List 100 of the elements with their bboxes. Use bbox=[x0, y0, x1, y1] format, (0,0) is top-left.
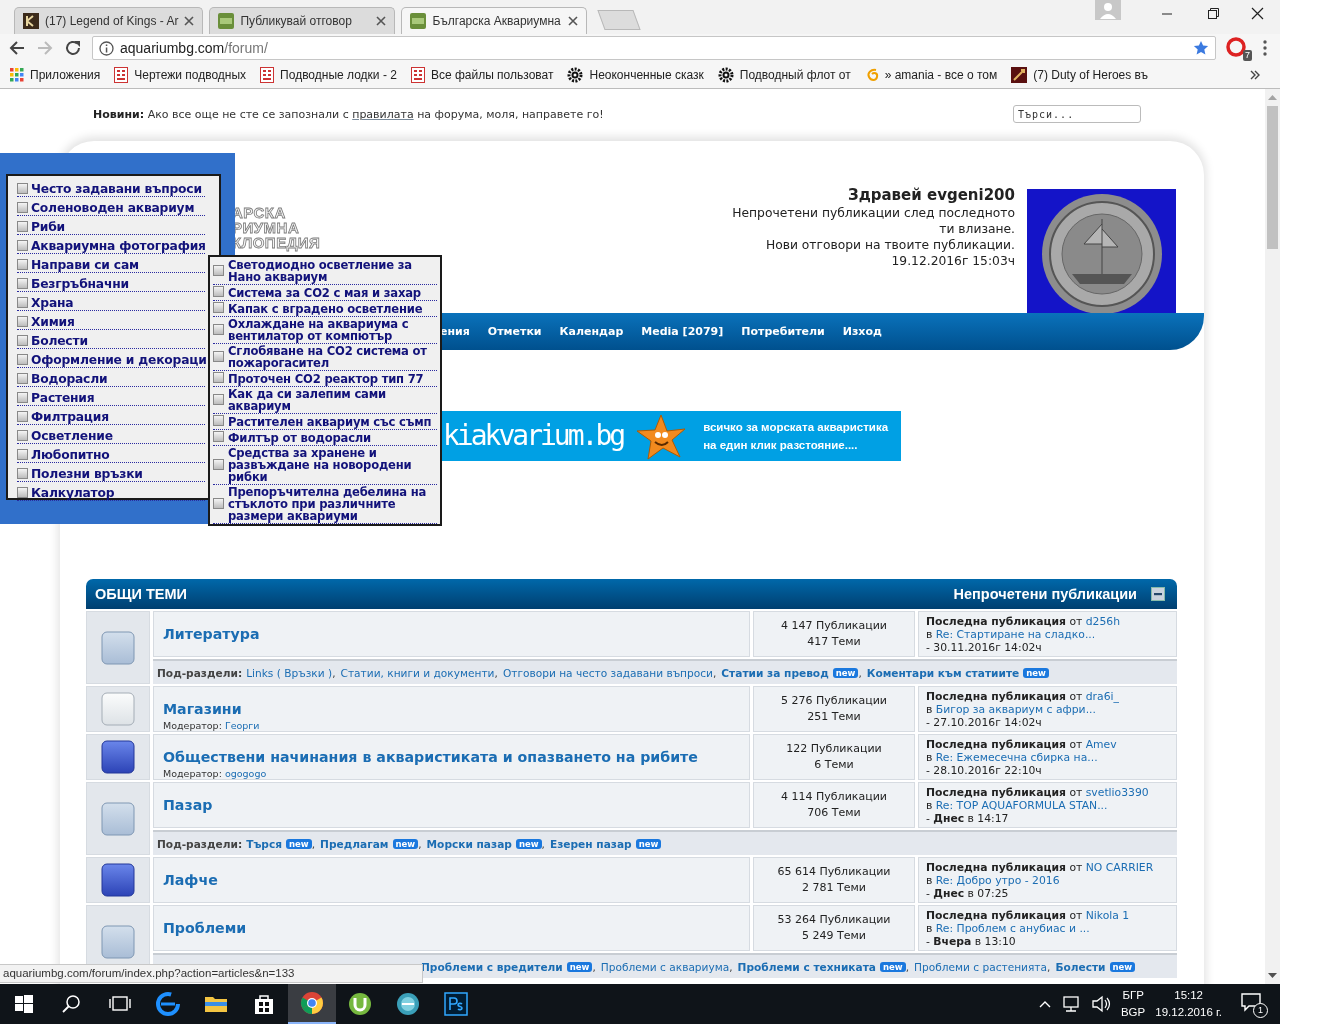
submenu-item[interactable]: Система за CO2 с мая и захар bbox=[213, 285, 437, 301]
menu-item[interactable]: Химия bbox=[17, 311, 205, 330]
subforum-link[interactable]: Проблеми с вредители bbox=[421, 960, 563, 973]
nav-link[interactable]: ения bbox=[440, 325, 470, 338]
start-icon[interactable] bbox=[15, 995, 33, 1013]
rules-link[interactable]: правилата bbox=[352, 107, 414, 121]
nav-link[interactable]: Календар bbox=[559, 325, 624, 338]
menu-item[interactable]: Направи си сам bbox=[17, 254, 205, 273]
bookmark-link[interactable]: » amania - все о том bbox=[864, 67, 1006, 83]
topic-link[interactable]: Re: Добро утро - 2016 bbox=[935, 874, 1060, 887]
round-logo-icon[interactable] bbox=[348, 992, 372, 1016]
topic-link[interactable]: Re: Стартиране на сладко... bbox=[935, 628, 1096, 641]
subforum-link[interactable]: Болести bbox=[1055, 960, 1106, 973]
close-icon[interactable] bbox=[184, 16, 195, 26]
menu-item[interactable]: Соленоводен аквариум bbox=[17, 197, 205, 216]
nav-link[interactable]: Потребители bbox=[741, 325, 825, 338]
topic-link[interactable]: Re: TOP AQUAFORMULA STAN... bbox=[935, 799, 1108, 812]
bookmark-link[interactable]: Приложения bbox=[10, 68, 109, 82]
collapse-icon[interactable] bbox=[1151, 587, 1165, 601]
submenu-item[interactable]: Светодиодно осветление за Нано аквариум bbox=[213, 258, 437, 285]
author-link[interactable]: Nikola 1 bbox=[1085, 909, 1130, 922]
subforum-link[interactable]: Търся bbox=[246, 837, 282, 850]
bookmark-link[interactable]: (7) Duty of Heroes въ bbox=[1011, 67, 1157, 83]
menu-item[interactable]: Любопитно bbox=[17, 444, 205, 463]
reload-icon[interactable] bbox=[64, 39, 82, 57]
nav-link[interactable]: Изход bbox=[842, 325, 882, 338]
search-field[interactable]: Търси... bbox=[1013, 105, 1141, 123]
forum-title-link[interactable]: Магазини bbox=[163, 701, 242, 717]
browser-tab[interactable]: Българска Аквариумна bbox=[401, 7, 588, 34]
forum-title-link[interactable]: Пазар bbox=[163, 797, 213, 813]
author-link[interactable]: dra6i_ bbox=[1085, 690, 1119, 703]
subforum-link[interactable]: Морски пазар bbox=[426, 837, 512, 850]
browser-icon[interactable] bbox=[156, 992, 180, 1016]
author-link[interactable]: NO CARRIER bbox=[1085, 861, 1154, 874]
subforum-link[interactable]: Статии, книги и документи bbox=[340, 666, 495, 679]
nav-link[interactable]: Media [2079] bbox=[641, 325, 724, 338]
browser-tab[interactable]: Публикувай отговор bbox=[209, 7, 396, 34]
author-link[interactable]: svetlio3390 bbox=[1085, 786, 1149, 799]
forum-title-link[interactable]: Проблеми bbox=[163, 920, 247, 936]
bookmark-link[interactable]: Неоконченные сказк bbox=[567, 67, 712, 83]
menu-item[interactable]: Аквариумна фотография bbox=[17, 235, 205, 254]
shopping-bag-icon[interactable] bbox=[252, 992, 276, 1016]
submenu-item[interactable]: Средства за хранене и развъждане на новородени рибки bbox=[213, 446, 437, 485]
taskbar-button[interactable] bbox=[288, 984, 336, 1024]
menu-item[interactable]: Оформление и декораци bbox=[17, 349, 205, 368]
clock[interactable]: 15:12 19.12.2016 г. bbox=[1155, 987, 1222, 1021]
submenu-item[interactable]: Препоръчителна дебелина на стъклото при различните размери аквариуми bbox=[213, 485, 437, 524]
subforum-link[interactable]: Статии за превод bbox=[721, 666, 829, 679]
moderator-link[interactable]: Георги bbox=[224, 720, 260, 731]
bookmark-link[interactable]: Чертежи подводных bbox=[114, 67, 255, 83]
profile-link[interactable]: Непрочетени публикации след последното ти влизане. bbox=[715, 205, 1015, 237]
round-logo-icon[interactable] bbox=[300, 991, 324, 1015]
topic-link[interactable]: Бигор за аквариум с афри... bbox=[935, 703, 1096, 716]
subforum-link[interactable]: Проблеми с растенията bbox=[914, 960, 1047, 973]
close-icon[interactable] bbox=[568, 16, 579, 26]
submenu-item[interactable]: Охлаждане на аквариума с вентилатор от компютър bbox=[213, 317, 437, 344]
menu-item[interactable]: Храна bbox=[17, 292, 205, 311]
bookmark-star-icon[interactable] bbox=[1193, 40, 1209, 56]
topic-link[interactable]: Re: Проблем с анубиас и ... bbox=[935, 922, 1090, 935]
menu-item[interactable]: Водорасли bbox=[17, 368, 205, 387]
chevron-icon[interactable] bbox=[1250, 70, 1260, 80]
submenu-item[interactable]: Проточен CO2 реактор тип 77 bbox=[213, 371, 437, 387]
submenu-item[interactable]: Растителен аквариум със съмп bbox=[213, 414, 437, 430]
bookmark-link[interactable]: Подводные лодки - 2 bbox=[260, 67, 405, 83]
forum-title-link[interactable]: Литература bbox=[163, 626, 260, 642]
scroll-down-icon[interactable] bbox=[1268, 973, 1277, 979]
unread-posts-link[interactable]: Непрочетени публикации bbox=[953, 586, 1137, 602]
subforum-link[interactable]: Links ( Връзки ) bbox=[246, 666, 333, 679]
language-indicator[interactable]: БГР BGP bbox=[1120, 987, 1146, 1021]
scrollbar-thumb[interactable] bbox=[1267, 106, 1278, 249]
submenu-item[interactable]: Как да си залепим сами аквариум bbox=[213, 387, 437, 414]
menu-item[interactable]: Калкулатор bbox=[17, 482, 205, 501]
submenu-item[interactable]: Филтър от водорасли bbox=[213, 430, 437, 446]
square-logo-icon[interactable] bbox=[444, 992, 468, 1016]
submenu-item[interactable]: Капак с вградено осветление bbox=[213, 301, 437, 317]
back-icon[interactable] bbox=[8, 39, 26, 57]
scrollbar[interactable] bbox=[1265, 89, 1280, 984]
subforum-link[interactable]: Проблеми с техниката bbox=[737, 960, 876, 973]
close-icon[interactable] bbox=[376, 16, 387, 26]
author-link[interactable]: d256h bbox=[1085, 615, 1121, 628]
forum-title-link[interactable]: Обществени начинания в акваристиката и опазването на рибите bbox=[163, 749, 698, 765]
menu-item[interactable]: Безгръбначни bbox=[17, 273, 205, 292]
menu-item[interactable]: Болести bbox=[17, 330, 205, 349]
subforum-link[interactable]: Коментари към статиите bbox=[866, 666, 1020, 679]
speaker-icon[interactable] bbox=[1090, 995, 1111, 1013]
menu-item[interactable]: Полезни връзки bbox=[17, 463, 205, 482]
topic-link[interactable]: Re: Ежемесечна сбирка на... bbox=[935, 751, 1098, 764]
author-link[interactable]: Amev bbox=[1085, 738, 1117, 751]
bookmark-link[interactable]: Все файлы пользоват bbox=[410, 67, 562, 83]
subforum-link[interactable]: Предлагам bbox=[320, 837, 389, 850]
menu-item[interactable]: Риби bbox=[17, 216, 205, 235]
chevron-up-icon[interactable] bbox=[1038, 999, 1051, 1009]
menu-item[interactable]: Често задавани въпроси bbox=[17, 178, 205, 197]
address-field[interactable]: aquariumbg.com/forum/ bbox=[92, 36, 1216, 60]
submenu-item[interactable]: Сглобяване на CO2 система от пожарогасител bbox=[213, 344, 437, 371]
moderator-link[interactable]: ogogogo bbox=[224, 768, 267, 779]
subforum-link[interactable]: Езерен пазар bbox=[549, 837, 632, 850]
forum-title-link[interactable]: Лафче bbox=[163, 872, 218, 888]
menu-item[interactable]: Осветление bbox=[17, 425, 205, 444]
network-icon[interactable] bbox=[1060, 995, 1081, 1013]
